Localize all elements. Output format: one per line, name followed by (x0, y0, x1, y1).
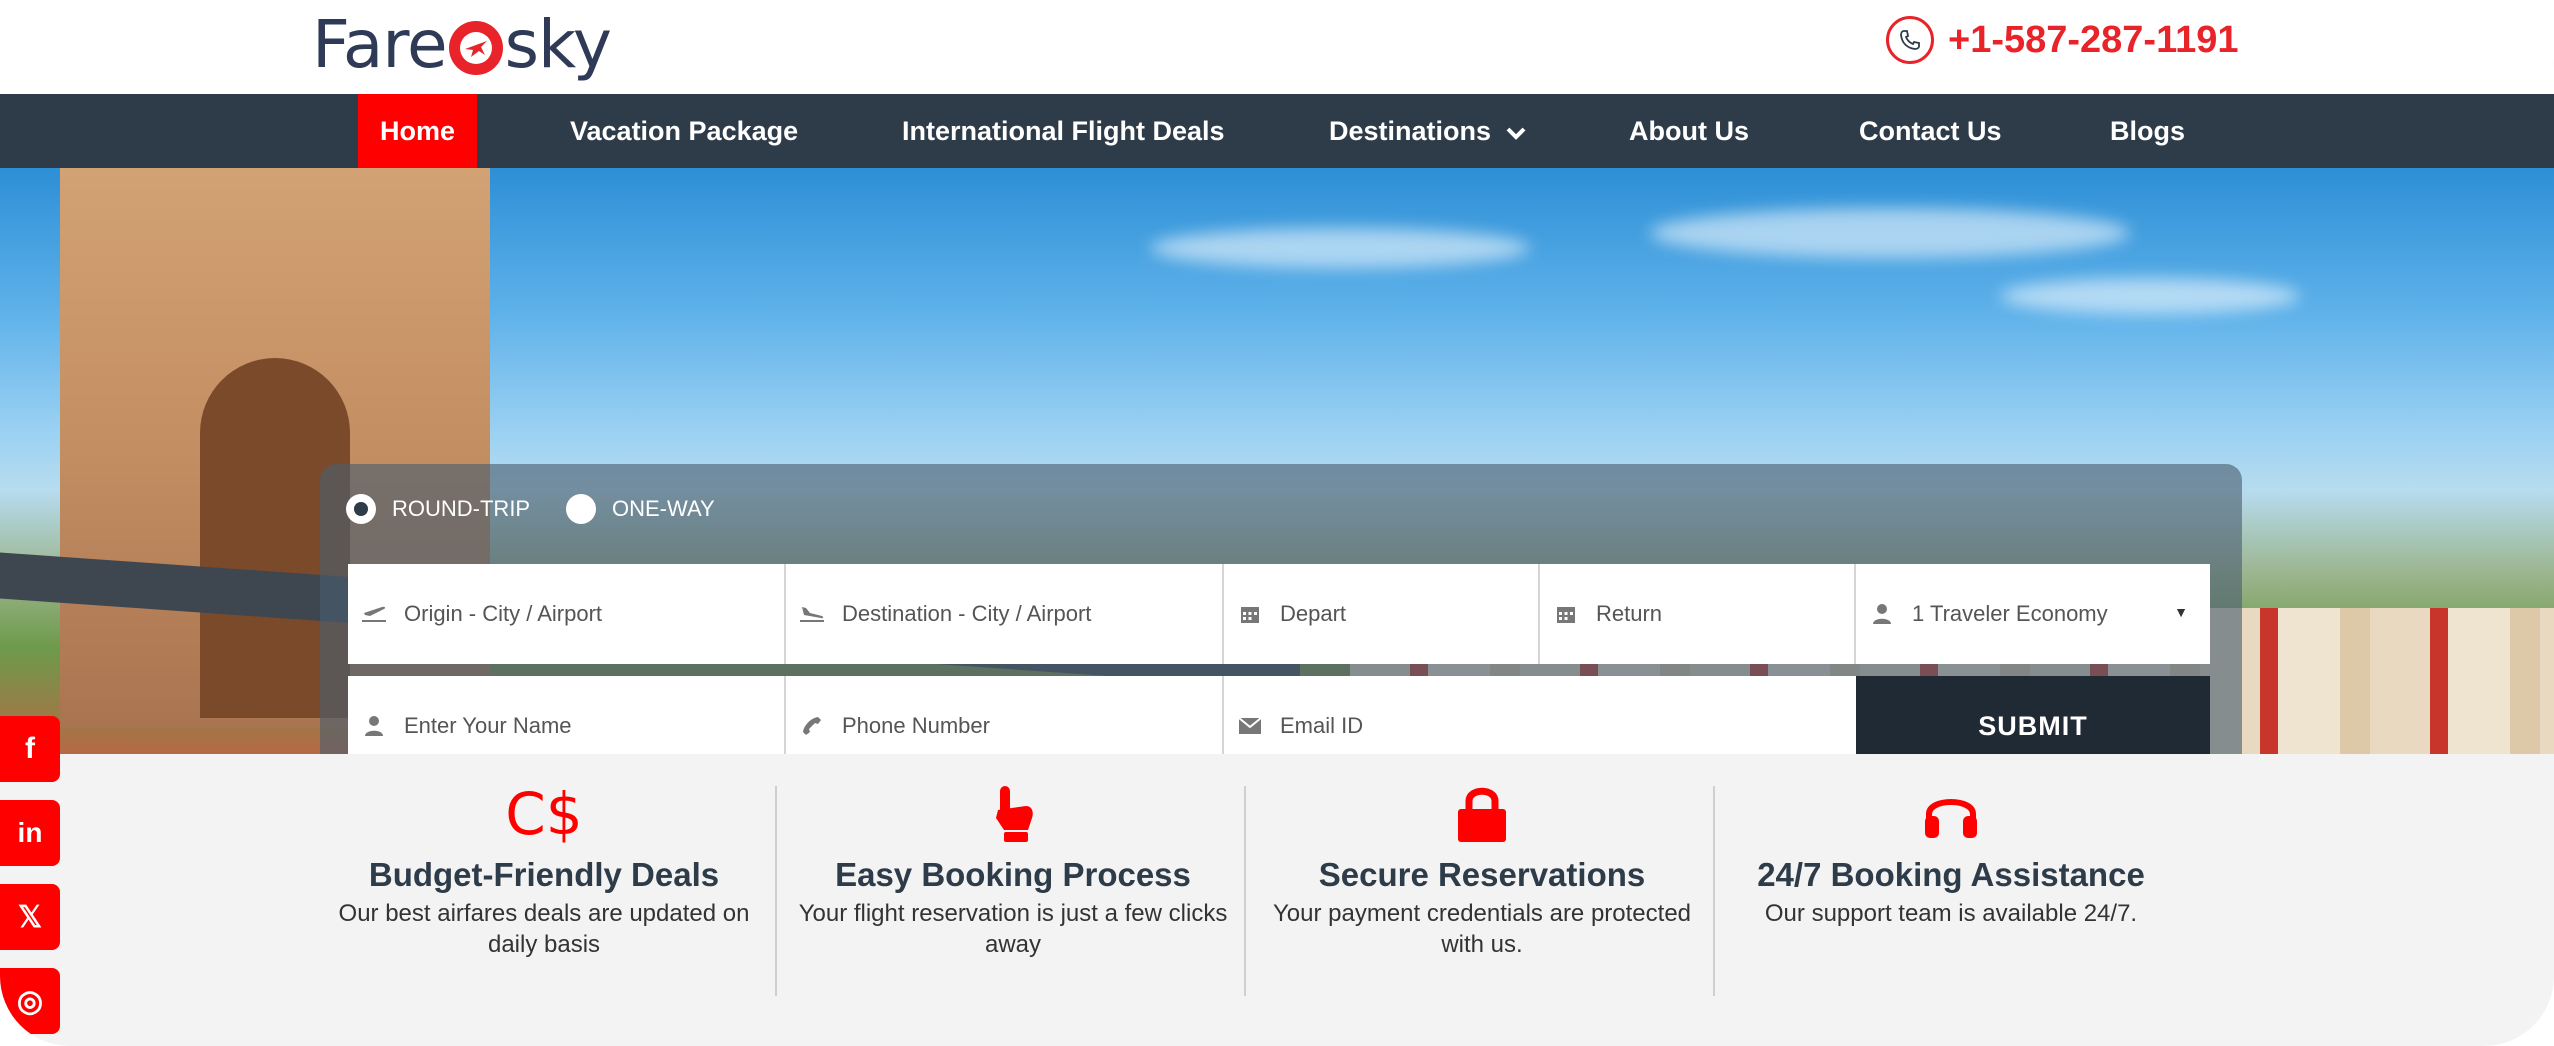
destination-field[interactable]: Destination - City / Airport (786, 564, 1224, 664)
destination-placeholder: Destination - City / Airport (842, 601, 1092, 626)
dropdown-caret-icon: ▼ (2174, 604, 2188, 620)
feature-description: Your payment credentials are protected w… (1272, 900, 1692, 958)
travelers-value: 1 Traveler Economy (1912, 601, 2108, 626)
linkedin-icon: in (17, 817, 43, 848)
travelers-select[interactable]: 1 Traveler Economy ▼ (1856, 564, 2210, 664)
divider (775, 786, 777, 996)
x-button[interactable]: 𝕏 (0, 884, 60, 950)
calendar-icon (1236, 600, 1264, 628)
name-field[interactable]: Enter Your Name (348, 676, 786, 754)
return-placeholder: Return (1596, 601, 1663, 626)
flight-search-form: ROUND-TRIP ONE-WAY Origin - City / Airpo… (320, 464, 2242, 754)
trip-one-way[interactable]: ONE-WAY (566, 494, 715, 524)
origin-field[interactable]: Origin - City / Airport (348, 564, 786, 664)
phone-icon (798, 712, 826, 740)
headset-icon (1736, 782, 2166, 846)
divider (1713, 786, 1715, 996)
nav-home-label: Home (380, 116, 456, 146)
brand-logo[interactable]: Fare sky (312, 5, 612, 83)
phone-field[interactable]: Phone Number (786, 676, 1224, 754)
submit-button[interactable]: SUBMIT (1856, 676, 2210, 754)
nav-about-us-label: About Us (1629, 116, 1749, 146)
phone-number: +1-587-287-1191 (1948, 18, 2239, 61)
logo-text-right: sky (504, 5, 612, 83)
one-way-radio[interactable] (566, 494, 596, 524)
feature-title: Secure Reservations (1318, 856, 1646, 893)
trip-round-trip[interactable]: ROUND-TRIP (346, 494, 530, 524)
user-icon (360, 712, 388, 740)
phone-placeholder: Phone Number (842, 713, 990, 738)
nav-destinations[interactable]: Destinations (1307, 94, 1549, 168)
round-trip-radio[interactable] (346, 494, 376, 524)
nav-home[interactable]: Home (358, 94, 478, 168)
one-way-label: ONE-WAY (612, 496, 715, 521)
phone-link[interactable]: +1-587-287-1191 (1886, 16, 2239, 64)
nav-blogs[interactable]: Blogs (2088, 94, 2207, 168)
instagram-button[interactable]: ◎ (0, 968, 60, 1034)
linkedin-button[interactable]: in (0, 800, 60, 866)
phone-icon (1886, 16, 1934, 64)
feature-booking-assistance: 24/7 Booking Assistance Our support team… (1736, 782, 2166, 929)
depart-date-field[interactable]: Depart (1224, 564, 1540, 664)
nav-international-flight-deals[interactable]: International Flight Deals (880, 94, 1247, 168)
nav-destinations-label: Destinations (1329, 116, 1492, 146)
instagram-icon: ◎ (16, 984, 44, 1018)
logo-text-left: Fare (312, 5, 448, 83)
feature-budget-deals: C$ Budget-Friendly Deals Our best airfar… (329, 780, 759, 960)
lock-icon (1267, 782, 1697, 846)
chevron-down-icon (1506, 127, 1525, 140)
feature-description: Our support team is available 24/7. (1764, 900, 2138, 927)
logo-plane-icon (448, 21, 503, 75)
submit-label: SUBMIT (1978, 710, 2088, 741)
hand-pointer-icon (798, 782, 1228, 846)
feature-secure-reservations: Secure Reservations Your payment credent… (1267, 782, 1697, 960)
landing-icon (798, 600, 826, 628)
nav-contact-us[interactable]: Contact Us (1837, 94, 2024, 168)
hero-banner: ROUND-TRIP ONE-WAY Origin - City / Airpo… (0, 168, 2554, 754)
page: Fare sky +1-587-287-1191 Home Vacation P… (0, 0, 2554, 1046)
round-trip-label: ROUND-TRIP (392, 496, 531, 521)
facebook-icon: f (25, 732, 35, 765)
feature-easy-booking: Easy Booking Process Your flight reserva… (798, 782, 1228, 960)
facebook-button[interactable]: f (0, 716, 60, 782)
feature-title: Budget-Friendly Deals (368, 856, 720, 893)
cloud (1650, 208, 2130, 258)
top-header: Fare sky +1-587-287-1191 (0, 0, 2554, 94)
feature-description: Our best airfares deals are updated on d… (338, 900, 750, 958)
email-field[interactable]: Email ID (1224, 676, 1856, 754)
canadian-dollar-icon: C$ (505, 780, 583, 848)
email-placeholder: Email ID (1280, 713, 1364, 738)
nav-blogs-label: Blogs (2110, 116, 2186, 146)
nav-vacation-package-label: Vacation Package (570, 116, 799, 146)
cloud (1150, 228, 1530, 268)
divider (1244, 786, 1246, 996)
origin-placeholder: Origin - City / Airport (404, 601, 603, 626)
takeoff-icon (360, 600, 388, 628)
return-date-field[interactable]: Return (1540, 564, 1856, 664)
nav-contact-us-label: Contact Us (1859, 116, 2002, 146)
envelope-icon (1236, 712, 1264, 740)
main-nav: Home Vacation Package International Flig… (0, 94, 2554, 168)
nav-international-flight-deals-label: International Flight Deals (902, 116, 1225, 146)
depart-placeholder: Depart (1280, 601, 1347, 626)
feature-description: Your flight reservation is just a few cl… (798, 900, 1228, 958)
user-icon (1868, 600, 1896, 628)
feature-title: 24/7 Booking Assistance (1757, 856, 2145, 893)
nav-about-us[interactable]: About Us (1607, 94, 1771, 168)
x-icon: 𝕏 (17, 900, 43, 934)
feature-title: Easy Booking Process (835, 856, 1191, 893)
calendar-icon (1552, 600, 1580, 628)
name-placeholder: Enter Your Name (404, 713, 572, 738)
nav-vacation-package[interactable]: Vacation Package (548, 94, 820, 168)
cloud (2000, 278, 2300, 314)
